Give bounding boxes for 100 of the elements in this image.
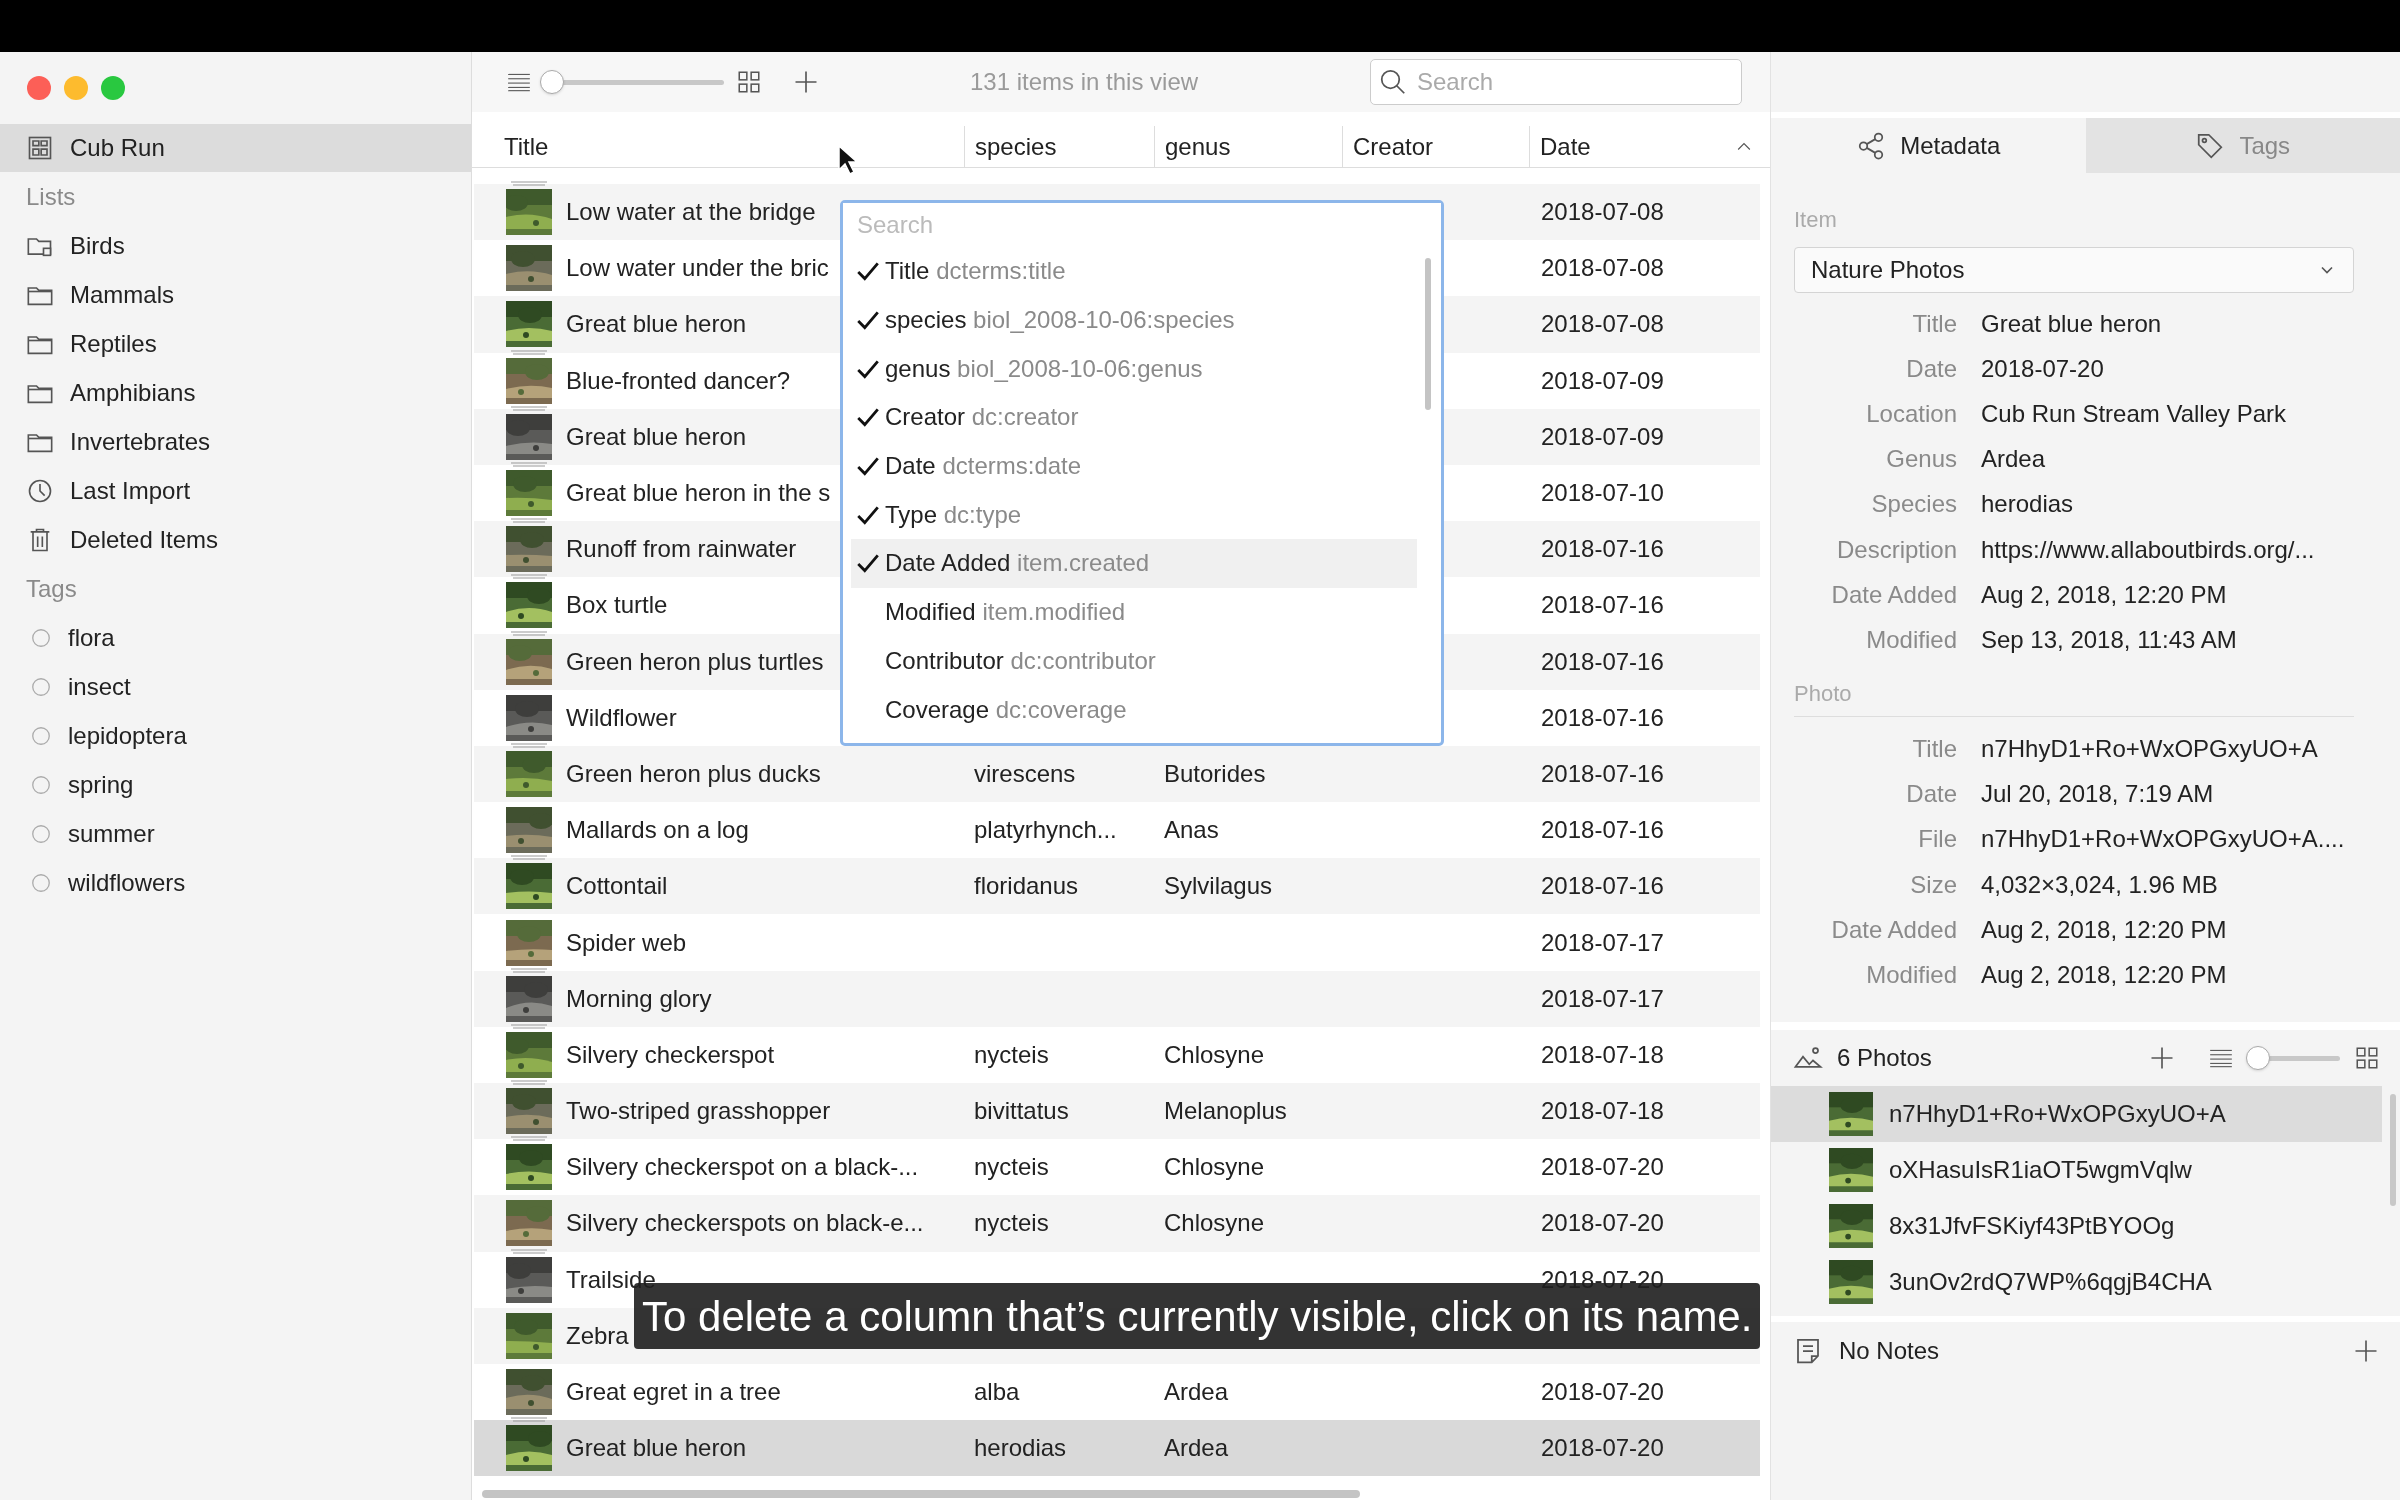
- table-cell: 2018-07-08: [1541, 198, 1664, 226]
- table-cell: floridanus: [974, 872, 1079, 900]
- table-cell-text: Blue-fronted dancer?: [566, 365, 791, 396]
- field-value: Jul 20, 2018, 7:19 AM: [1981, 779, 2214, 810]
- column-option: Date dcterms:date: [885, 448, 1082, 485]
- table-cell-text: Great blue heron: [566, 1433, 747, 1464]
- section-heading: Item: [1794, 206, 1838, 234]
- table-cell: Chlosyne: [1164, 1040, 1265, 1068]
- table-cell: 2018-07-16: [1541, 816, 1664, 844]
- table-cell: Sylvilagus: [1164, 872, 1273, 900]
- table-cell: Butorides: [1164, 759, 1266, 787]
- photo-name: 8x31JfvFSKiyf43PtBYOOg: [1889, 1210, 2175, 1241]
- table-cell: Melanoplus: [1164, 1097, 1287, 1125]
- table-cell-text: Low water at the bridge: [566, 197, 816, 228]
- table-cell: Chlosyne: [1164, 1209, 1265, 1237]
- table-cell: nycteis: [974, 1209, 1049, 1237]
- table-cell: Ardea: [1164, 1378, 1229, 1406]
- table-cell: herodias: [974, 1434, 1067, 1462]
- field-label: Date Added: [1830, 914, 1957, 945]
- column-option: Title dcterms:title: [885, 253, 1066, 290]
- table-cell-text: Silvery checkerspots on black-e...: [566, 1208, 924, 1239]
- field-value: https://www.allaboutbirds.org/...: [1981, 534, 2315, 565]
- field-label: Title: [1911, 734, 1957, 765]
- table-cell: 2018-07-16: [1541, 591, 1664, 619]
- table-cell-text: Great blue heron in the s: [566, 478, 831, 509]
- table-cell: 2018-07-20: [1541, 1434, 1664, 1462]
- caption-toast: To delete a column that’s currently visible, click on its name.: [634, 1283, 1761, 1349]
- table-cell: 2018-07-17: [1541, 984, 1664, 1012]
- table-cell: alba: [974, 1378, 1020, 1406]
- column-option: Type dc:type: [885, 496, 1022, 533]
- column-option: Creator dc:creator: [885, 399, 1079, 436]
- table-cell-text: Great blue heron: [566, 421, 747, 452]
- table-cell-text: Great egret in a tree: [566, 1377, 781, 1408]
- field-label: File: [1917, 824, 1957, 855]
- section-heading: Photo: [1794, 676, 2354, 717]
- field-value: n7HhyD1+Ro+WxOPGxyUO+A: [1981, 734, 2318, 765]
- field-value: Aug 2, 2018, 12:20 PM: [1981, 579, 2227, 610]
- column-option: species biol_2008-10-06:species: [885, 302, 1235, 339]
- table-cell-text: Green heron plus turtles: [566, 646, 824, 677]
- field-value: Sep 13, 2018, 11:43 AM: [1981, 624, 2237, 655]
- table-cell-text: Green heron plus ducks: [566, 758, 821, 789]
- field-label: Date: [1905, 779, 1957, 810]
- table-cell: 2018-07-16: [1541, 535, 1664, 563]
- field-value: herodias: [1981, 489, 2074, 520]
- column-option: Coverage dc:coverage: [885, 691, 1127, 728]
- column-option: Contributor dc:contributor: [885, 642, 1156, 679]
- table-cell: 2018-07-09: [1541, 366, 1664, 394]
- table-cell-text: Silvery checkerspot: [566, 1039, 775, 1070]
- table-cell: 2018-07-16: [1541, 759, 1664, 787]
- notes-heading: No Notes: [1839, 1335, 1940, 1366]
- field-value: 4,032×3,024, 1.96 MB: [1981, 869, 2218, 900]
- field-label: Species: [1870, 489, 1957, 520]
- table-cell: 2018-07-16: [1541, 647, 1664, 675]
- field-value: Aug 2, 2018, 12:20 PM: [1981, 960, 2227, 991]
- table-cell: Chlosyne: [1164, 1153, 1265, 1181]
- column-option: genus biol_2008-10-06:genus: [885, 350, 1203, 387]
- table-cell-text: Spider web: [566, 927, 687, 958]
- field-label: Location: [1865, 398, 1957, 429]
- photo-name: 3unOv2rdQ7WP%6qgjB4CHA: [1889, 1266, 2212, 1297]
- table-cell: bivittatus: [974, 1097, 1069, 1125]
- table-cell: 2018-07-20: [1541, 1153, 1664, 1181]
- table-cell: 2018-07-17: [1541, 928, 1664, 956]
- field-value: Ardea: [1981, 444, 2046, 475]
- field-value: 2018-07-20: [1981, 353, 2104, 384]
- table-cell: 2018-07-08: [1541, 254, 1664, 282]
- section-heading: Tags: [25, 573, 78, 604]
- item-count: 131 items in this view: [970, 67, 1199, 97]
- photo-name: n7HhyD1+Ro+WxOPGxyUO+A: [1889, 1098, 2226, 1129]
- table-cell: platyrhynch...: [974, 816, 1117, 844]
- field-label: Title: [1911, 308, 1957, 339]
- table-cell: 2018-07-18: [1541, 1097, 1664, 1125]
- column-option: Date Added item.created: [885, 545, 1150, 582]
- table-cell: 2018-07-20: [1541, 1378, 1664, 1406]
- table-cell: 2018-07-20: [1541, 1209, 1664, 1237]
- table-cell: 2018-07-18: [1541, 1040, 1664, 1068]
- table-cell: nycteis: [974, 1153, 1049, 1181]
- table-cell-text: Great blue heron: [566, 309, 747, 340]
- table-cell: 2018-07-10: [1541, 479, 1664, 507]
- field-label: Modified: [1865, 624, 1957, 655]
- table-cell-text: Two-striped grasshopper: [566, 1096, 831, 1127]
- table-cell: virescens: [974, 759, 1076, 787]
- table-cell-text: Wildflower: [566, 702, 677, 733]
- field-label: Date: [1905, 353, 1957, 384]
- field-label: Size: [1909, 869, 1957, 900]
- table-cell-text: Runoff from rainwater: [566, 534, 797, 565]
- field-value: n7HhyD1+Ro+WxOPGxyUO+A....: [1981, 824, 2345, 855]
- table-cell: 2018-07-16: [1541, 872, 1664, 900]
- table-cell: 2018-07-09: [1541, 422, 1664, 450]
- column-option: Modified item.modified: [885, 594, 1126, 631]
- table-cell-text: Morning glory: [566, 983, 712, 1014]
- section-heading: Lists: [25, 181, 77, 212]
- field-value: Aug 2, 2018, 12:20 PM: [1981, 914, 2227, 945]
- table-cell: nycteis: [974, 1040, 1049, 1068]
- field-label: Genus: [1885, 444, 1957, 475]
- table-cell: 2018-07-16: [1541, 703, 1664, 731]
- table-cell: Ardea: [1164, 1434, 1229, 1462]
- table-cell-text: Low water under the bric: [566, 253, 829, 284]
- table-cell-text: Zebra: [566, 1320, 629, 1351]
- table-cell: Anas: [1164, 816, 1219, 844]
- field-label: Description: [1835, 534, 1957, 565]
